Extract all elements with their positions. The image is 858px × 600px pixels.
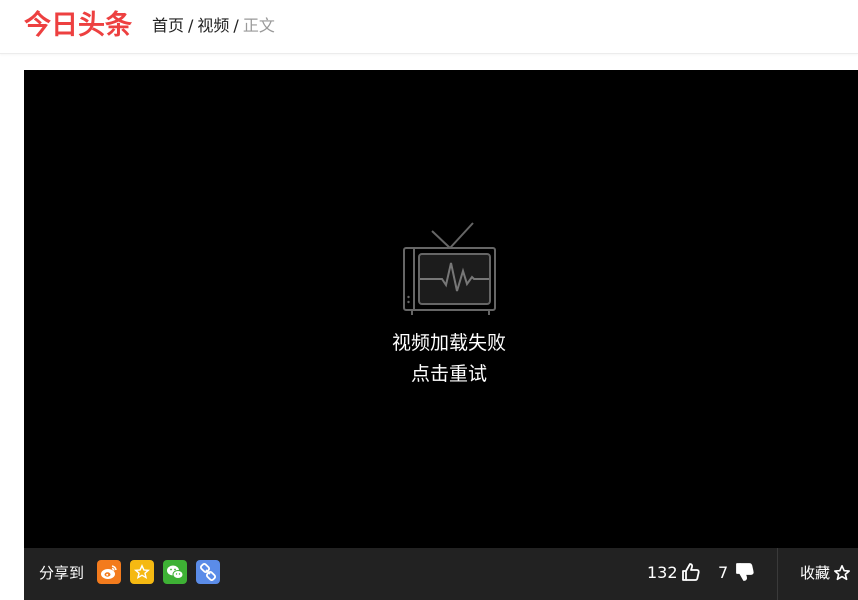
retry-link[interactable]: 点击重试 — [24, 359, 858, 390]
qzone-star-icon — [134, 564, 150, 579]
top-header: 今日头条 首页 / 视频 / 正文 — [0, 0, 858, 54]
copy-link-button[interactable] — [196, 560, 220, 584]
link-icon — [199, 562, 217, 582]
favorite-button[interactable]: 收藏 — [800, 562, 851, 584]
dislike-count: 7 — [718, 563, 729, 582]
weibo-icon — [101, 565, 117, 579]
thumbs-up-icon[interactable] — [681, 562, 701, 582]
thumbs-down-icon[interactable] — [735, 562, 755, 582]
broken-tv-icon — [403, 222, 496, 315]
breadcrumb-video[interactable]: 视频 — [197, 16, 229, 35]
star-outline-icon — [834, 564, 851, 581]
breadcrumb-current: 正文 — [242, 16, 275, 35]
favorite-label: 收藏 — [800, 564, 831, 582]
toolbar-divider — [777, 548, 778, 600]
breadcrumb-separator: / — [188, 16, 194, 35]
share-wechat-button[interactable] — [163, 560, 187, 584]
error-message[interactable]: 视频加载失败 点击重试 — [24, 328, 858, 390]
breadcrumb-separator: / — [233, 16, 239, 35]
share-qzone-button[interactable] — [130, 560, 154, 584]
video-toolbar: 分享到 132 7 收藏 — [24, 548, 858, 600]
video-player[interactable]: 视频加载失败 点击重试 — [24, 70, 858, 548]
breadcrumb: 首页 / 视频 / 正文 — [152, 15, 275, 37]
wechat-icon — [167, 565, 184, 579]
error-title: 视频加载失败 — [391, 332, 506, 354]
share-label: 分享到 — [39, 564, 85, 582]
like-count: 132 — [647, 563, 678, 582]
toutiao-logo[interactable]: 今日头条 — [24, 8, 132, 44]
breadcrumb-home[interactable]: 首页 — [152, 16, 184, 35]
share-weibo-button[interactable] — [97, 560, 121, 584]
